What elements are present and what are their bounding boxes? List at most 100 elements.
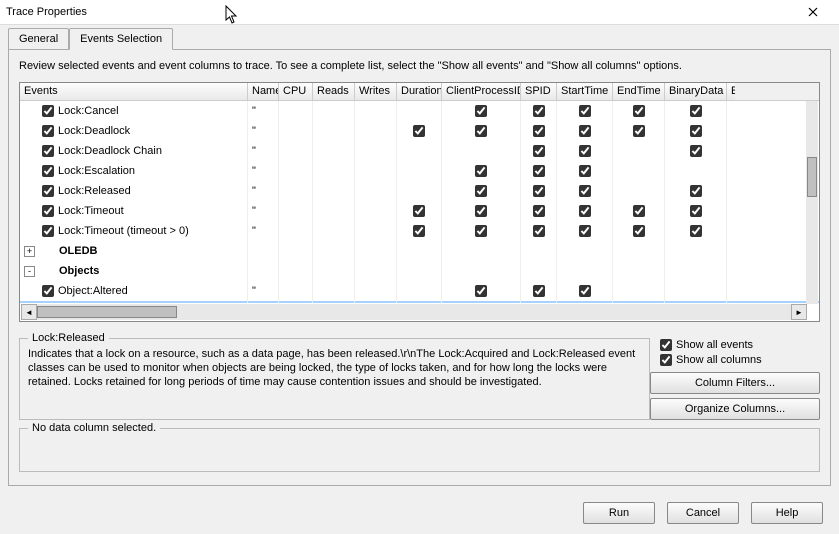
grid-cell[interactable] xyxy=(279,241,313,261)
column-checkbox[interactable] xyxy=(579,225,591,237)
grid-cell[interactable] xyxy=(727,241,735,261)
horizontal-scrollbar[interactable]: ◄ ► xyxy=(21,304,807,320)
column-checkbox[interactable] xyxy=(533,145,545,157)
column-checkbox[interactable] xyxy=(475,105,487,117)
grid-cell[interactable] xyxy=(313,121,355,141)
grid-cell[interactable] xyxy=(442,141,521,161)
grid-cell[interactable]: " xyxy=(248,281,279,301)
grid-cell[interactable] xyxy=(279,281,313,301)
grid-cell[interactable]: Lock:Cancel xyxy=(20,101,248,121)
grid-cell[interactable] xyxy=(727,121,735,141)
column-checkbox[interactable] xyxy=(475,225,487,237)
column-checkbox[interactable] xyxy=(579,165,591,177)
tree-toggle[interactable]: - xyxy=(24,266,35,277)
grid-cell[interactable] xyxy=(613,281,665,301)
event-row[interactable]: Object:Created" xyxy=(20,301,819,303)
column-checkbox[interactable] xyxy=(579,205,591,217)
grid-cell[interactable] xyxy=(665,261,727,281)
grid-cell[interactable] xyxy=(521,241,557,261)
grid-body[interactable]: Lock:Cancel" Lock:Deadlock" Lock:Deadloc… xyxy=(20,101,819,303)
event-row[interactable]: Lock:Timeout (timeout > 0)" xyxy=(20,221,819,241)
grid-cell[interactable]: Object:Altered xyxy=(20,281,248,301)
organize-columns-button[interactable]: Organize Columns... xyxy=(650,398,820,420)
grid-cell[interactable] xyxy=(355,161,397,181)
grid-cell[interactable] xyxy=(397,301,442,303)
grid-cell[interactable] xyxy=(313,301,355,303)
grid-column-header[interactable]: Events xyxy=(20,83,248,100)
cancel-button[interactable]: Cancel xyxy=(667,502,739,524)
column-checkbox[interactable] xyxy=(413,125,425,137)
grid-cell[interactable] xyxy=(355,221,397,241)
hscroll-track[interactable] xyxy=(37,304,791,320)
event-row[interactable]: Lock:Deadlock" xyxy=(20,121,819,141)
grid-cell[interactable]: Lock:Timeout xyxy=(20,201,248,221)
grid-cell[interactable] xyxy=(355,181,397,201)
grid-cell[interactable] xyxy=(248,261,279,281)
grid-cell[interactable] xyxy=(442,101,521,121)
event-row[interactable]: Lock:Escalation" xyxy=(20,161,819,181)
event-row[interactable]: Lock:Timeout" xyxy=(20,201,819,221)
column-checkbox[interactable] xyxy=(413,205,425,217)
grid-cell[interactable] xyxy=(665,241,727,261)
grid-cell[interactable] xyxy=(397,281,442,301)
group-row[interactable]: +OLEDB xyxy=(20,241,819,261)
grid-cell[interactable] xyxy=(442,181,521,201)
grid-cell[interactable] xyxy=(279,301,313,303)
grid-cell[interactable] xyxy=(521,221,557,241)
column-checkbox[interactable] xyxy=(690,145,702,157)
grid-cell[interactable] xyxy=(313,221,355,241)
tree-toggle[interactable]: + xyxy=(24,246,35,257)
grid-column-header[interactable]: EndTime xyxy=(613,83,665,100)
event-checkbox[interactable] xyxy=(42,285,54,297)
grid-column-header[interactable]: Name xyxy=(248,83,279,100)
grid-cell[interactable] xyxy=(727,301,735,303)
column-checkbox[interactable] xyxy=(633,125,645,137)
scroll-left-button[interactable]: ◄ xyxy=(21,304,37,320)
grid-cell[interactable] xyxy=(279,201,313,221)
events-grid[interactable]: EventsNameCPUReadsWritesDurationClientPr… xyxy=(19,82,820,322)
grid-cell[interactable] xyxy=(397,141,442,161)
grid-cell[interactable] xyxy=(727,181,735,201)
grid-cell[interactable]: " xyxy=(248,221,279,241)
grid-cell[interactable] xyxy=(279,141,313,161)
run-button[interactable]: Run xyxy=(583,502,655,524)
grid-cell[interactable]: " xyxy=(248,101,279,121)
grid-cell[interactable]: Lock:Timeout (timeout > 0) xyxy=(20,221,248,241)
grid-cell[interactable] xyxy=(613,301,665,303)
grid-cell[interactable] xyxy=(313,161,355,181)
grid-cell[interactable] xyxy=(279,221,313,241)
grid-cell[interactable] xyxy=(613,261,665,281)
grid-cell[interactable] xyxy=(279,101,313,121)
grid-cell[interactable] xyxy=(557,241,613,261)
grid-cell[interactable] xyxy=(397,161,442,181)
grid-cell[interactable] xyxy=(397,201,442,221)
grid-column-header[interactable]: CPU xyxy=(279,83,313,100)
grid-cell[interactable] xyxy=(727,161,735,181)
grid-cell[interactable] xyxy=(355,301,397,303)
grid-cell[interactable] xyxy=(727,101,735,121)
column-checkbox[interactable] xyxy=(633,225,645,237)
grid-cell[interactable]: " xyxy=(248,141,279,161)
grid-cell[interactable] xyxy=(397,101,442,121)
grid-cell[interactable] xyxy=(442,281,521,301)
grid-column-header[interactable]: Duration xyxy=(397,83,442,100)
grid-cell[interactable] xyxy=(557,141,613,161)
grid-cell[interactable] xyxy=(665,161,727,181)
column-checkbox[interactable] xyxy=(475,285,487,297)
column-checkbox[interactable] xyxy=(533,165,545,177)
grid-cell[interactable] xyxy=(355,241,397,261)
grid-cell[interactable] xyxy=(442,301,521,303)
event-checkbox[interactable] xyxy=(42,105,54,117)
grid-cell[interactable] xyxy=(557,181,613,201)
vertical-scrollbar[interactable] xyxy=(806,101,818,304)
grid-cell[interactable] xyxy=(442,241,521,261)
hscroll-thumb[interactable] xyxy=(37,306,177,318)
grid-cell[interactable] xyxy=(313,241,355,261)
grid-cell[interactable] xyxy=(727,201,735,221)
grid-cell[interactable] xyxy=(313,281,355,301)
grid-column-header[interactable]: SPID xyxy=(521,83,557,100)
column-checkbox[interactable] xyxy=(475,125,487,137)
column-checkbox[interactable] xyxy=(475,205,487,217)
grid-cell[interactable] xyxy=(521,181,557,201)
grid-cell[interactable] xyxy=(248,241,279,261)
